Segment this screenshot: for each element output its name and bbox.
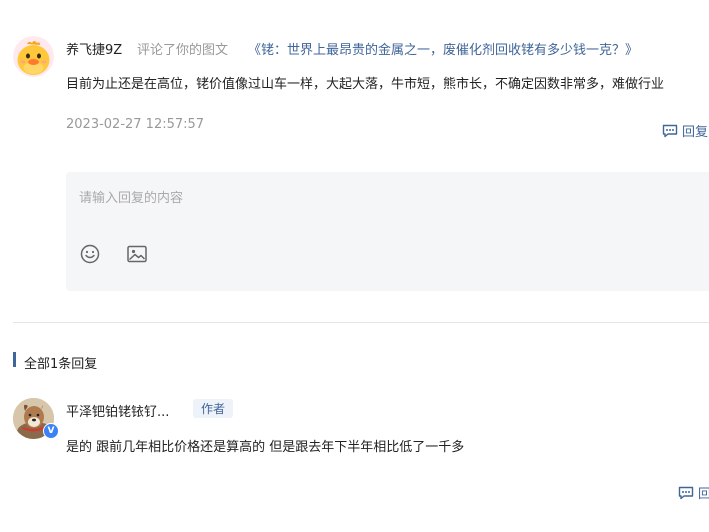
smile-icon	[80, 244, 100, 264]
commenter-name[interactable]: 养飞捷9Z	[66, 39, 122, 58]
notification-page: 养飞捷9Z 评论了你的图文 《铑：世界上最昂贵的金属之一，废催化剂回收铑有多少钱…	[0, 0, 709, 532]
reply-to-reply-button[interactable]: 回	[678, 483, 709, 502]
verified-badge: V	[43, 423, 59, 439]
reply-button-label: 回	[698, 487, 709, 502]
commenter-avatar[interactable]	[13, 36, 54, 77]
comment-text: 目前为止还是在高位，铑价值像过山车一样，大起大落，牛市短，熊市长，不确定因数非常…	[66, 77, 665, 92]
reply-input[interactable]	[79, 186, 679, 210]
reply-author-name[interactable]: 平泽钯铂铑铱钌...	[66, 401, 169, 420]
comment-icon	[662, 124, 678, 137]
article-link[interactable]: 《铑：世界上最昂贵的金属之一，废催化剂回收铑有多少钱一克？》	[248, 39, 638, 58]
image-icon	[127, 245, 147, 263]
image-upload-button[interactable]	[127, 245, 147, 267]
replies-heading: 全部1条回复	[24, 357, 98, 372]
reply-box	[66, 172, 709, 291]
reply-button[interactable]: 回复	[662, 121, 708, 140]
reply-text: 是的 跟前几年相比价格还是算高的 但是跟去年下半年相比低了一千多	[66, 440, 465, 455]
comment-timestamp: 2023-02-27 12:57:57	[66, 117, 205, 132]
emoji-button[interactable]	[80, 244, 100, 268]
comment-icon	[678, 486, 694, 499]
section-accent-bar	[13, 352, 16, 367]
comment-action-text: 评论了你的图文	[137, 43, 229, 58]
reply-button-label: 回复	[682, 125, 709, 140]
author-badge: 作者	[193, 399, 234, 418]
duck-avatar-icon	[13, 36, 54, 77]
divider	[13, 322, 709, 323]
